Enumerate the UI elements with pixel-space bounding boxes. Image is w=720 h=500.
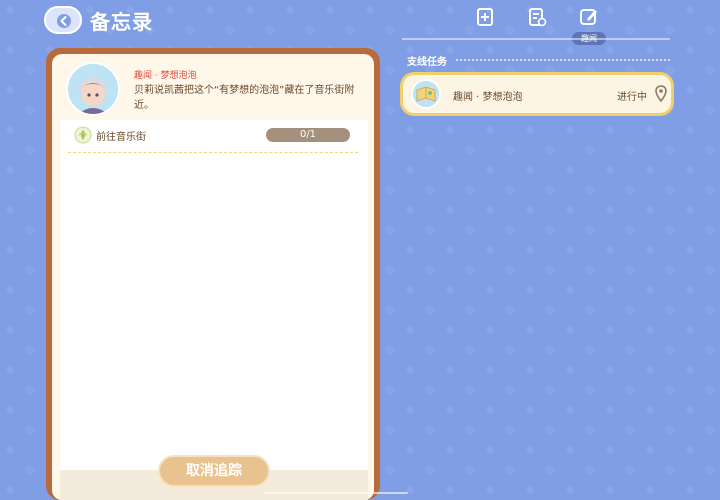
tab-add-book[interactable] xyxy=(474,6,496,28)
npc-avatar xyxy=(66,62,120,116)
note-edit-icon xyxy=(580,9,597,25)
add-book-icon xyxy=(477,8,493,26)
quest-description: 贝莉说凯茜把这个“有梦想的泡泡”藏在了音乐街附近。 xyxy=(134,85,355,111)
map-book-icon xyxy=(411,79,441,109)
page-title: 备忘录 xyxy=(90,10,153,34)
tabs-divider xyxy=(402,38,670,40)
quest-list-name: 趣闻 · 梦想泡泡 xyxy=(453,92,523,103)
tab-documents[interactable] xyxy=(526,6,548,28)
location-flower-icon xyxy=(74,126,92,144)
quest-goals-area[interactable] xyxy=(60,120,368,470)
quest-name: 趣闻 · 梦想泡泡 xyxy=(134,71,197,81)
goal-divider xyxy=(68,152,358,153)
tab-fun-facts[interactable] xyxy=(578,6,600,28)
section-divider xyxy=(456,59,670,61)
goal-progress: 0/1 xyxy=(266,128,350,142)
document-settings-icon xyxy=(529,8,547,27)
quest-list-item[interactable]: 趣闻 · 梦想泡泡 进行中 xyxy=(400,72,674,116)
goal-label: 前往音乐街 xyxy=(96,132,146,143)
cancel-tracking-button[interactable]: 取消追踪 xyxy=(158,455,270,487)
location-pin-icon[interactable] xyxy=(655,85,667,103)
quest-status: 进行中 xyxy=(617,92,647,103)
goal-row: 前往音乐街 0/1 xyxy=(68,124,358,150)
home-indicator xyxy=(264,492,408,494)
chevron-left-icon xyxy=(57,14,71,28)
back-button[interactable] xyxy=(44,6,82,34)
section-label: 支线任务 xyxy=(407,57,447,68)
